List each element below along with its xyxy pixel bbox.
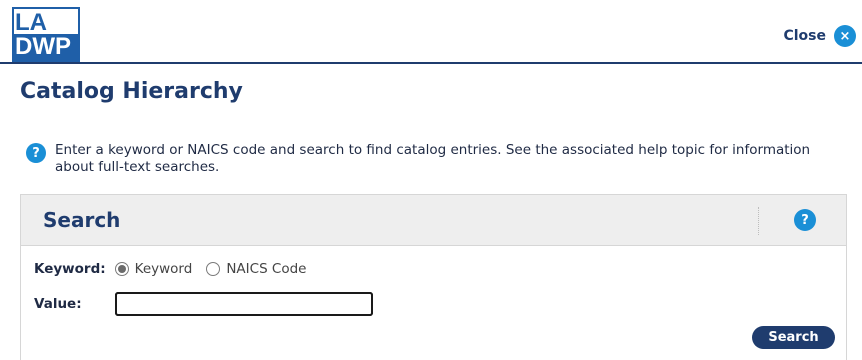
value-input[interactable] [114,292,373,316]
ladwp-logo: LA DWP [12,7,80,62]
page-title: Catalog Hierarchy [20,79,243,104]
panel-help-icon[interactable]: ? [794,209,816,231]
radio-option-keyword[interactable]: Keyword [114,261,193,277]
close-button[interactable]: Close × [783,24,856,48]
radio-keyword[interactable] [114,262,129,276]
logo-bottom-text: DWP [14,34,78,60]
radio-keyword-label[interactable]: Keyword [135,261,193,277]
radio-option-naics[interactable]: NAICS Code [206,261,307,277]
search-panel: Search ? Keyword: Keyword NAICS Code Val… [20,194,847,360]
header-divider [758,207,759,235]
radio-naics-label[interactable]: NAICS Code [226,261,306,277]
logo-top-text: LA [14,9,78,36]
search-panel-header: Search ? [21,195,846,246]
catalog-hierarchy-page: LA DWP Close × Catalog Hierarchy ? Enter… [0,0,862,360]
value-row: Value: [34,292,373,316]
keyword-label: Keyword: [34,261,106,277]
search-button[interactable]: Search [752,326,835,349]
close-icon[interactable]: × [834,25,856,47]
search-panel-title: Search [43,208,121,232]
value-label: Value: [34,296,82,312]
close-label[interactable]: Close [783,28,826,44]
help-text: Enter a keyword or NAICS code and search… [55,142,811,175]
header: LA DWP Close × [0,0,862,64]
radio-naics[interactable] [206,262,221,276]
keyword-row: Keyword: Keyword NAICS Code [34,259,307,279]
help-message: ? Enter a keyword or NAICS code and sear… [26,142,846,176]
help-icon: ? [26,143,46,163]
